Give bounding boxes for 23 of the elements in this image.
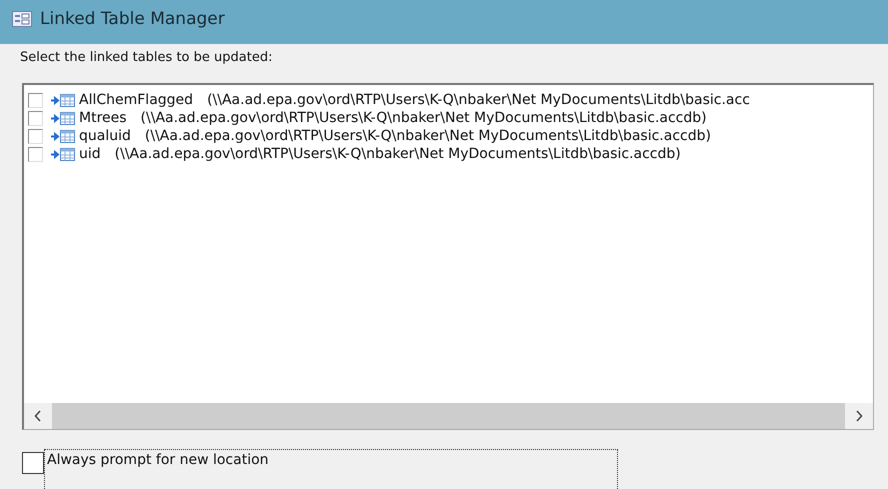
linked-table-icon bbox=[51, 94, 75, 107]
table-name[interactable]: uid bbox=[79, 146, 101, 162]
checkbox[interactable] bbox=[28, 128, 43, 144]
checkbox-label[interactable]: Always prompt for new location bbox=[44, 449, 618, 489]
checkbox[interactable] bbox=[28, 92, 43, 108]
checkbox[interactable] bbox=[22, 452, 44, 474]
table-name[interactable]: AllChemFlagged bbox=[79, 92, 194, 108]
checkbox[interactable] bbox=[28, 110, 43, 126]
form-icon bbox=[12, 11, 32, 27]
window-title: Linked Table Manager bbox=[40, 8, 225, 30]
linked-table-icon bbox=[51, 148, 75, 161]
table-path: (\\Aa.ad.epa.gov\ord\RTP\Users\K-Q\nbaker\Net MyDocuments\Litdb\basic.accdb) bbox=[144, 128, 711, 144]
checkbox[interactable] bbox=[28, 146, 43, 162]
table-path: (\\Aa.ad.epa.gov\ord\RTP\Users\K-Q\nbaker\Net MyDocuments\Litdb\basic.accdb) bbox=[114, 146, 681, 162]
instruction-text: Select the linked tables to be updated: bbox=[20, 49, 274, 68]
table-name[interactable]: Mtrees bbox=[79, 110, 127, 126]
chevron-right-icon bbox=[855, 410, 863, 422]
chevron-left-icon bbox=[34, 410, 42, 422]
linked-table-icon bbox=[51, 130, 75, 143]
table-path: (\\Aa.ad.epa.gov\ord\RTP\Users\K-Q\nbaker\Net MyDocuments\Litdb\basic.acc bbox=[207, 92, 750, 108]
linked-table-icon bbox=[51, 112, 75, 125]
table-path: (\\Aa.ad.epa.gov\ord\RTP\Users\K-Q\nbaker\Net MyDocuments\Litdb\basic.accdb) bbox=[140, 110, 707, 126]
table-name[interactable]: qualuid bbox=[79, 128, 131, 144]
